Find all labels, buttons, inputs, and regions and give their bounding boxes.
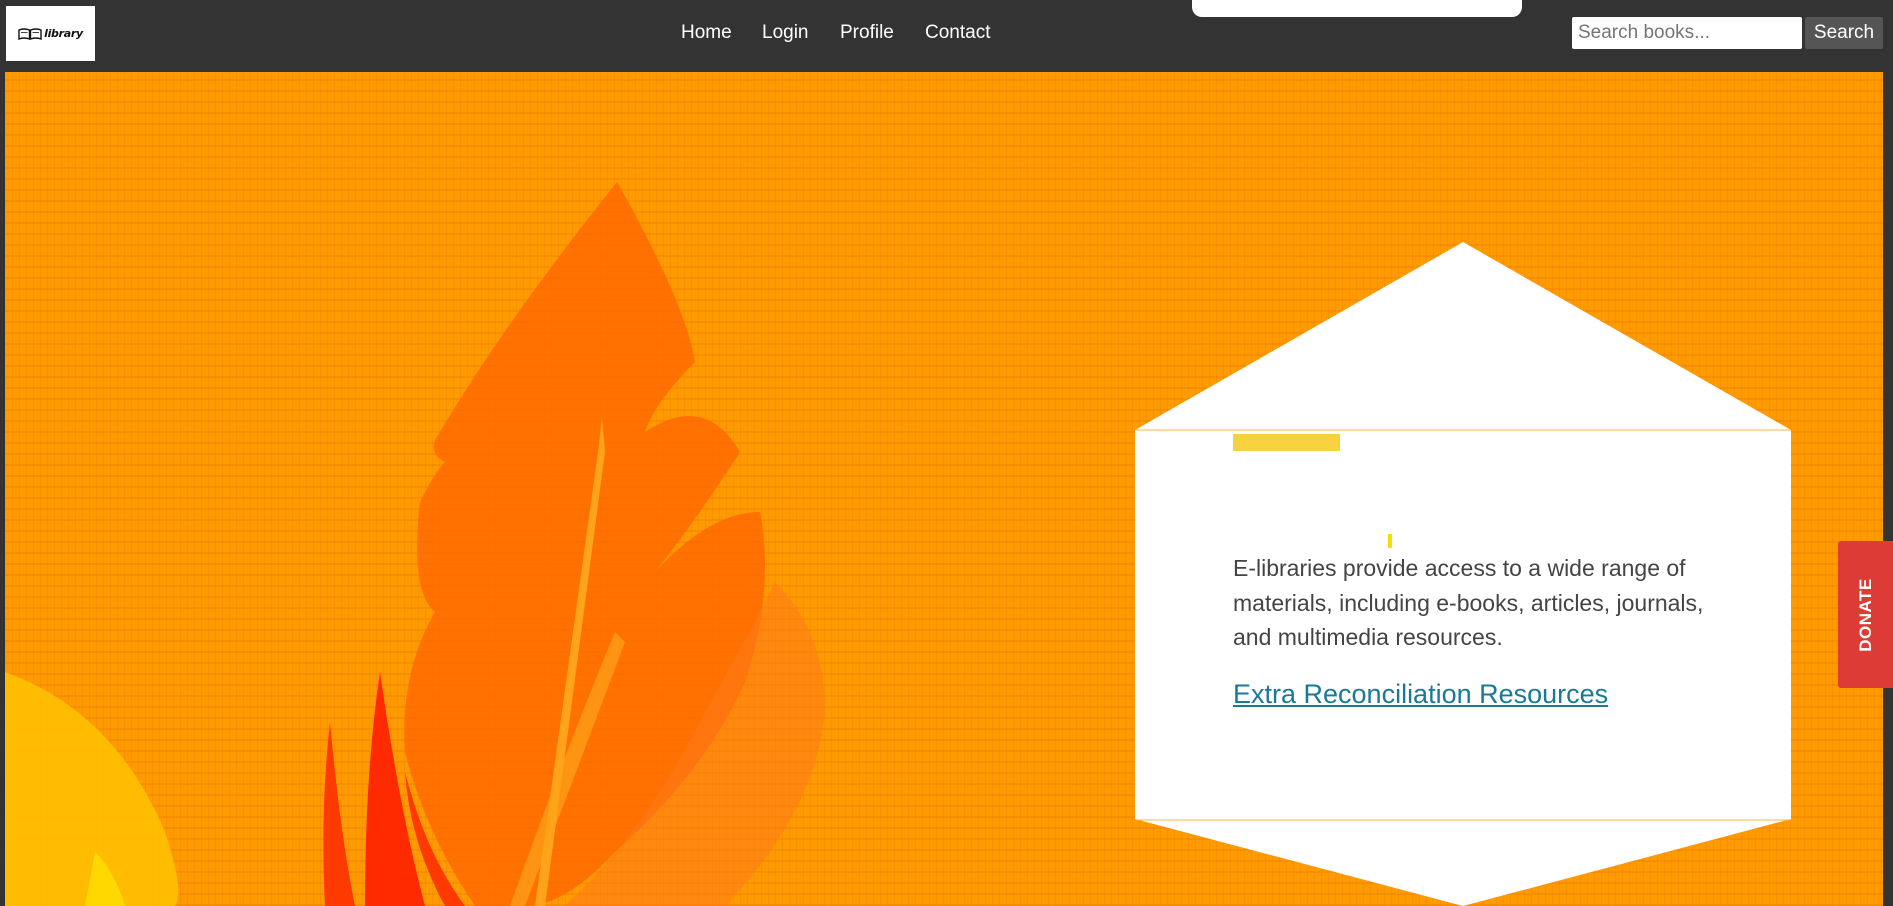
top-navigation-bar: library Home Login Profile Contact Searc… [0,0,1893,72]
donate-button[interactable]: DONATE [1838,541,1893,688]
donate-label: DONATE [1855,577,1875,652]
card-accent-bar [1233,434,1340,451]
logo-mark: library [18,27,83,40]
extra-resources-link[interactable]: Extra Reconciliation Resources [1233,679,1608,710]
logo-text: library [44,27,83,40]
nav-link-profile[interactable]: Profile [840,22,894,44]
search-input[interactable] [1572,17,1802,49]
search-button[interactable]: Search [1805,17,1883,49]
nav-link-contact[interactable]: Contact [925,22,990,44]
hero-banner: E-libraries provide access to a wide ran… [5,72,1883,906]
nav-link-login[interactable]: Login [762,22,809,44]
feather-illustration [5,182,825,906]
open-book-icon [18,27,42,40]
nav-link-home[interactable]: Home [681,22,732,44]
library-logo[interactable]: library [6,6,95,61]
text-caret [1388,534,1392,548]
card-body-text: E-libraries provide access to a wide ran… [1233,555,1704,650]
dropdown-panel-edge [1192,0,1522,17]
